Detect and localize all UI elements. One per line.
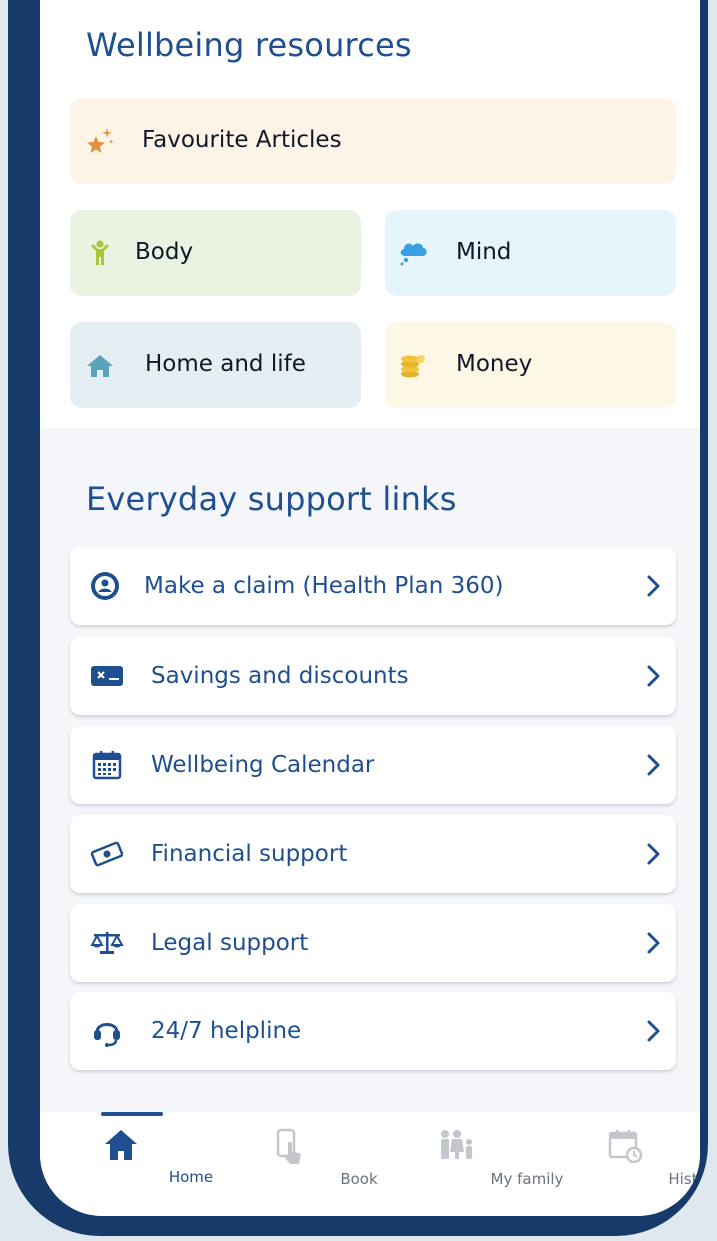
nav-label: Book [340, 1170, 378, 1188]
support-title: Everyday support links [86, 480, 457, 518]
tile-label: Home and life [145, 351, 306, 377]
chevron-right-icon [646, 753, 662, 777]
home-icon [103, 1128, 139, 1166]
wellbeing-section: Wellbeing resources Favourite Articles B… [40, 0, 700, 428]
chevron-right-icon [646, 931, 662, 955]
link-label: Financial support [151, 841, 348, 867]
wellbeing-title: Wellbeing resources [86, 26, 412, 64]
sparkle-star-icon [84, 125, 116, 157]
gift-card-icon [90, 661, 124, 691]
link-label: Make a claim (Health Plan 360) [144, 573, 504, 599]
volume-down-button [8, 342, 16, 438]
scales-icon [90, 928, 124, 958]
chevron-right-icon [646, 664, 662, 688]
claim-person-icon [88, 571, 122, 601]
link-helpline[interactable]: 24/7 helpline [70, 992, 676, 1070]
tile-label: Body [135, 239, 194, 265]
chevron-right-icon [646, 1019, 662, 1043]
tile-favourite-articles[interactable]: Favourite Articles [70, 98, 676, 184]
tile-home-and-life[interactable]: Home and life [70, 322, 361, 408]
phone-frame: Wellbeing resources Favourite Articles B… [8, 0, 708, 1236]
volume-up-button [8, 230, 16, 326]
link-label: 24/7 helpline [151, 1018, 302, 1044]
tile-label: Favourite Articles [142, 127, 342, 153]
calendar-icon [90, 750, 124, 780]
side-button [8, 116, 16, 172]
headset-icon [90, 1016, 124, 1047]
nav-label: Home [168, 1168, 214, 1186]
tile-money[interactable]: Money [385, 322, 676, 408]
link-label: Savings and discounts [151, 663, 409, 689]
person-body-icon [84, 237, 116, 269]
nav-label: History [668, 1170, 700, 1188]
tile-label: Mind [456, 239, 512, 265]
link-wellbeing-calendar[interactable]: Wellbeing Calendar [70, 726, 676, 804]
banknote-icon [90, 839, 124, 869]
power-button [700, 226, 708, 392]
calendar-clock-icon [607, 1128, 643, 1168]
chevron-right-icon [646, 842, 662, 866]
link-financial-support[interactable]: Financial support [70, 815, 676, 893]
nav-label: My family [490, 1170, 564, 1188]
app-screen: Wellbeing resources Favourite Articles B… [40, 0, 700, 1216]
link-legal-support[interactable]: Legal support [70, 904, 676, 982]
link-label: Wellbeing Calendar [151, 752, 375, 778]
chevron-right-icon [646, 574, 662, 598]
thought-cloud-icon [397, 237, 429, 269]
house-icon [84, 350, 116, 382]
link-make-a-claim[interactable]: Make a claim (Health Plan 360) [70, 547, 676, 625]
link-savings-and-discounts[interactable]: Savings and discounts [70, 637, 676, 715]
coins-icon [397, 349, 429, 381]
bottom-nav: Home Book My family Hist [40, 1112, 700, 1216]
link-label: Legal support [151, 930, 309, 956]
family-icon [437, 1128, 477, 1166]
tile-mind[interactable]: Mind [385, 210, 676, 296]
tile-label: Money [456, 351, 533, 377]
tile-body[interactable]: Body [70, 210, 361, 296]
phone-tap-icon [275, 1128, 303, 1170]
active-tab-indicator [101, 1112, 163, 1116]
